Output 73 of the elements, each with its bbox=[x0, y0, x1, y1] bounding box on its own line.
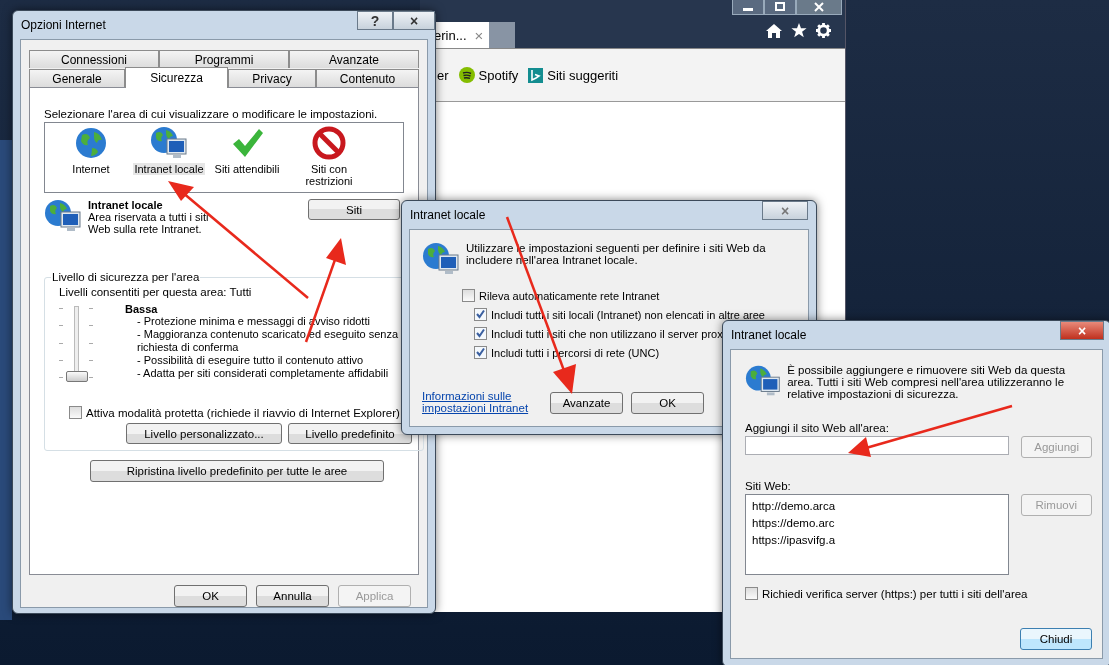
site-entry[interactable]: https://demo.arc bbox=[752, 515, 1008, 532]
zone-item[interactable]: Siti attendibili bbox=[209, 126, 285, 192]
default-level-button[interactable]: Livello predefinito bbox=[288, 423, 412, 444]
globe-monitor-icon bbox=[44, 199, 82, 233]
security-slider[interactable] bbox=[59, 306, 93, 382]
close-dialog-button[interactable]: Chiudi bbox=[1020, 628, 1092, 650]
site-entry[interactable]: http://demo.arca bbox=[752, 498, 1008, 515]
zone-label: Siti con restrizioni bbox=[304, 163, 354, 187]
custom-level-button[interactable]: Livello personalizzato... bbox=[126, 423, 282, 444]
minimize-icon[interactable] bbox=[732, 0, 764, 15]
settings-icon[interactable] bbox=[816, 23, 831, 38]
maximize-icon[interactable] bbox=[764, 0, 796, 15]
dialog-button[interactable]: OK bbox=[174, 585, 247, 607]
dialog-button[interactable]: Avanzate bbox=[550, 392, 623, 414]
tab[interactable]: Contenuto bbox=[316, 69, 419, 87]
home-icon[interactable] bbox=[766, 23, 782, 38]
zone-description: Area riservata a tutti i siti Web sulla rete Intranet. bbox=[88, 211, 210, 235]
allowed-levels-label: Livelli consentiti per questa area: Tutti bbox=[59, 286, 253, 298]
favorite-link[interactable]: Spotify bbox=[458, 67, 519, 83]
level-description: - Possibilità di eseguire tutto il contenuto attivo bbox=[136, 354, 365, 367]
star-icon[interactable] bbox=[791, 23, 807, 38]
zone-label: Intranet locale bbox=[133, 163, 205, 175]
close-button[interactable]: × bbox=[393, 11, 435, 30]
dialog-description: È possibile aggiungere e rimuovere siti Web da questa area. Tutti i siti Web compresi nell'area utilizzeranno le relative impostazioni di sicurezza. bbox=[787, 364, 1067, 400]
check-icon bbox=[475, 347, 486, 358]
dialog-button[interactable]: Annulla bbox=[256, 585, 329, 607]
spotify-icon bbox=[458, 67, 475, 83]
slider-thumb[interactable] bbox=[66, 371, 88, 382]
close-button[interactable]: × bbox=[1060, 321, 1104, 340]
check-icon bbox=[475, 328, 486, 339]
zone-label: Internet bbox=[71, 163, 111, 175]
sites-button[interactable]: Siti bbox=[308, 199, 400, 220]
window-title: Intranet locale bbox=[410, 208, 486, 222]
sites-list-label: Siti Web: bbox=[745, 480, 792, 492]
dialog-button[interactable]: OK bbox=[631, 392, 704, 414]
add-site-label: Aggiungi il sito Web all'area: bbox=[745, 422, 890, 434]
check-icon bbox=[475, 309, 486, 320]
globe-icon bbox=[74, 126, 108, 160]
site-input-field[interactable] bbox=[745, 436, 1010, 455]
favorite-link[interactable]: er bbox=[437, 67, 449, 83]
globe-monitor-icon bbox=[150, 126, 188, 160]
help-button[interactable]: ? bbox=[357, 11, 393, 30]
level-name: Bassa bbox=[125, 303, 159, 315]
protected-mode-checkbox[interactable]: Attiva modalità protetta (richiede il riavvio di Internet Explorer) bbox=[69, 406, 417, 419]
bing-icon bbox=[528, 67, 544, 83]
globe-monitor-icon bbox=[422, 242, 460, 276]
tab[interactable]: Programmi bbox=[159, 50, 289, 68]
reset-all-button[interactable]: Ripristina livello predefinito per tutte le aree bbox=[90, 460, 384, 482]
zone-title: Intranet locale bbox=[88, 199, 164, 211]
close-icon[interactable] bbox=[796, 0, 842, 15]
favorite-link[interactable]: Siti suggeriti bbox=[528, 67, 619, 83]
tab[interactable]: Sicurezza bbox=[125, 67, 228, 88]
tab[interactable]: Connessioni bbox=[29, 50, 159, 68]
window-title: Intranet locale bbox=[731, 328, 807, 342]
https-checkbox[interactable]: Richiedi verifica server (https:) per tutti i siti dell'area bbox=[745, 587, 1092, 600]
level-description: - Maggioranza contenuto scaricato ed eseguito senza richiesta di conferma bbox=[136, 328, 400, 354]
globe-monitor-icon bbox=[745, 364, 782, 398]
level-description: - Adatta per siti considerati completamente affidabili bbox=[136, 367, 390, 380]
tab[interactable]: Avanzate bbox=[289, 50, 419, 68]
zone-prompt: Selezionare l'area di cui visualizzare o modificare le impostazioni. bbox=[44, 108, 379, 120]
zone-label: Siti attendibili bbox=[213, 163, 281, 175]
site-entry[interactable]: https://ipasvifg.a bbox=[752, 532, 1008, 549]
zone-item[interactable]: Intranet locale bbox=[131, 126, 207, 192]
tab[interactable]: Privacy bbox=[227, 69, 317, 87]
zone-item[interactable]: Internet bbox=[53, 126, 129, 192]
zone-item[interactable]: Siti con restrizioni bbox=[291, 126, 367, 192]
no-entry-icon bbox=[312, 126, 346, 160]
tab-close[interactable]: × bbox=[474, 26, 484, 44]
window-title: Opzioni Internet bbox=[21, 18, 106, 32]
help-link[interactable]: Informazioni sulle impostazioni Intranet bbox=[422, 390, 542, 414]
tab[interactable]: Generale bbox=[29, 69, 125, 87]
group-title: Livello di sicurezza per l'area bbox=[51, 271, 201, 283]
new-tab-button[interactable] bbox=[489, 22, 516, 48]
